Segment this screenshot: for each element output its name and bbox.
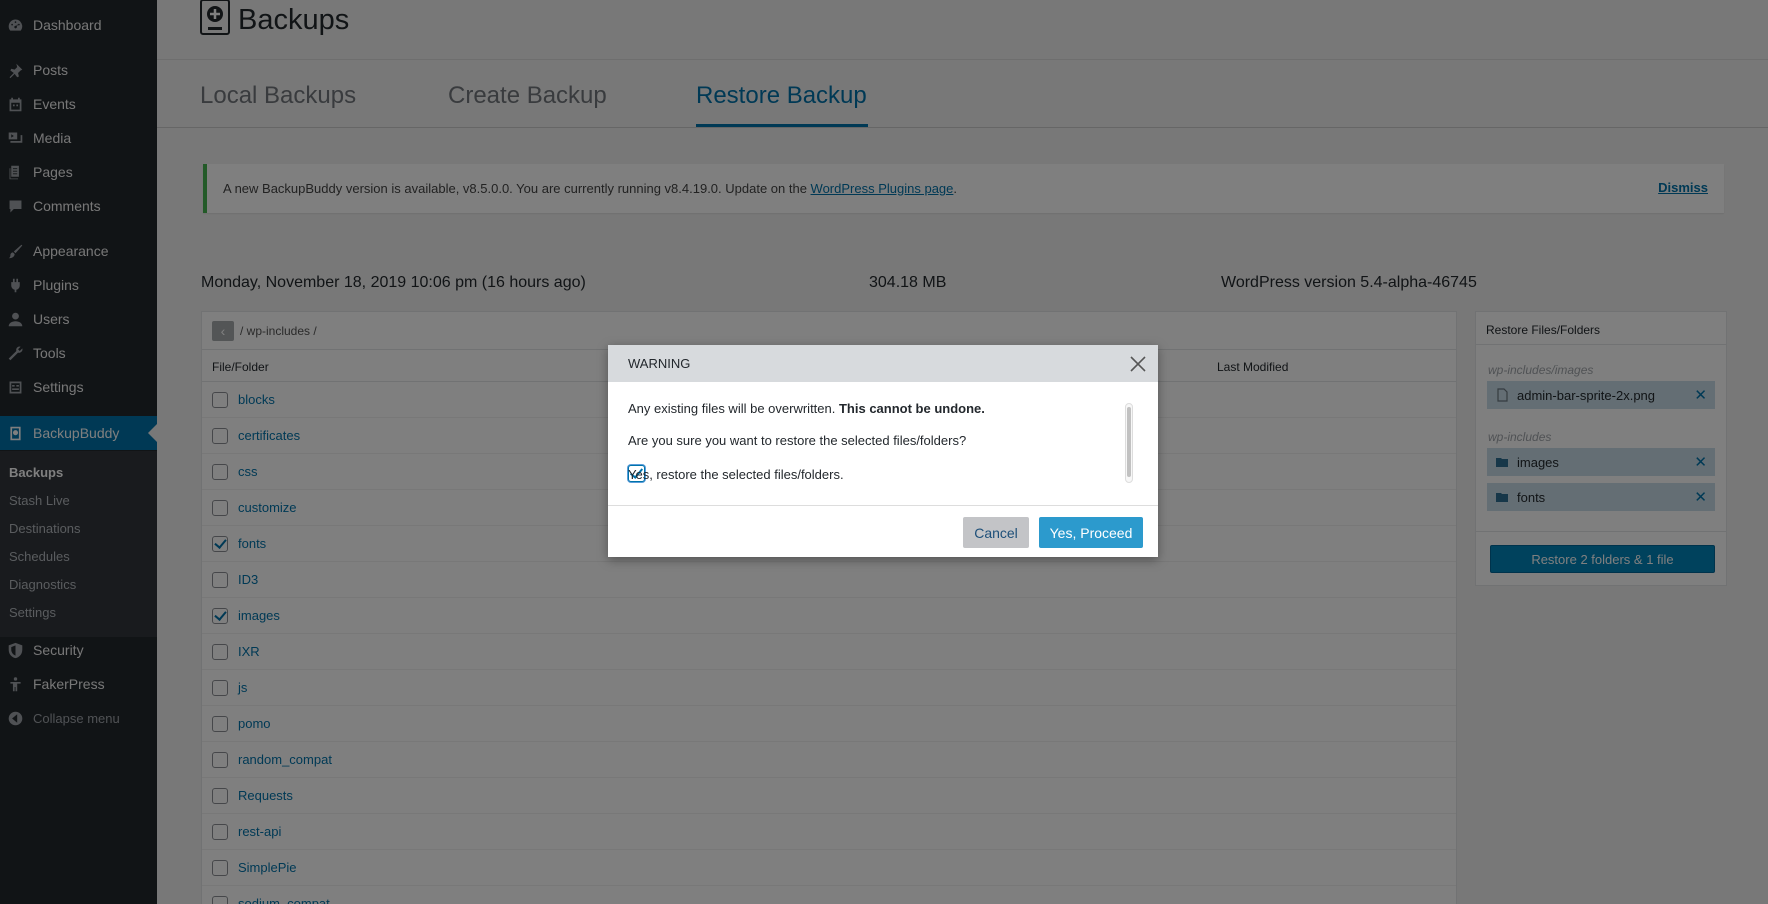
proceed-button[interactable]: Yes, Proceed [1039,517,1143,548]
close-icon[interactable] [1128,354,1148,374]
scrollbar-thumb[interactable] [1127,407,1131,477]
confirm-question: Are you sure you want to restore the sel… [628,433,967,448]
confirm-checkbox-label[interactable]: Yes, restore the selected files/folders. [628,467,844,482]
cancel-button[interactable]: Cancel [963,517,1029,548]
dialog-scrollbar[interactable] [1125,403,1133,483]
warning-dialog: WARNING Any existing files will be overw… [608,345,1158,557]
overwrite-warning: Any existing files will be overwritten. … [628,401,985,416]
dialog-title: WARNING [628,356,691,371]
dialog-footer-divider [608,505,1158,506]
dialog-header: WARNING [608,345,1158,382]
